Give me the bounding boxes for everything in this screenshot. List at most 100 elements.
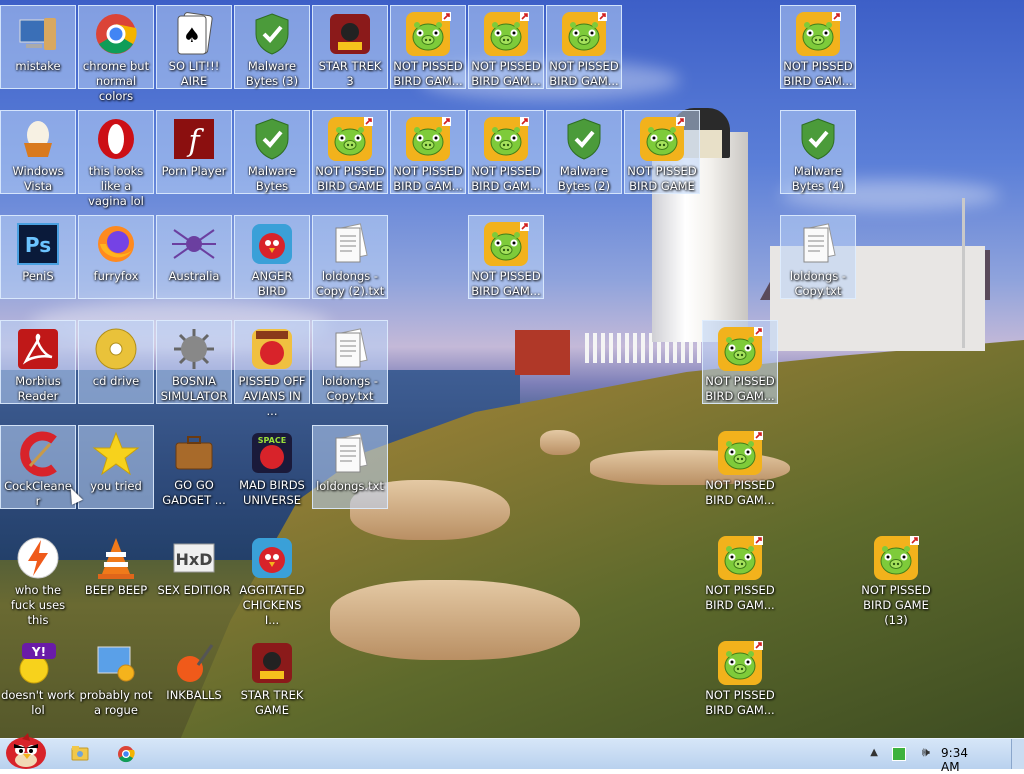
spider-icon: [170, 220, 218, 268]
desktop-icon[interactable]: NOT PISSED BIRD GAM...: [468, 215, 544, 299]
taskbar-chrome-button[interactable]: [108, 742, 144, 766]
desktop-icon[interactable]: furryfox: [78, 215, 154, 299]
desktop-icon-label: Malware Bytes: [247, 164, 297, 193]
desktop-icon[interactable]: STAR TREK 3: [312, 5, 388, 89]
desktop-icon-label: loldongs.txt: [316, 479, 384, 493]
desktop-icon[interactable]: NOT PISSED BIRD GAM...: [468, 110, 544, 194]
desktop-icon[interactable]: SPACE MAD BIRDS UNIVERSE: [234, 425, 310, 509]
desktop[interactable]: mistake chrome but normal colors ♠ SO LIT!!…: [0, 0, 1024, 738]
desktop-icon-label: PeniS: [22, 269, 54, 283]
desktop-icon[interactable]: you tried: [78, 425, 154, 509]
desktop-icon[interactable]: Malware Bytes (4): [780, 110, 856, 194]
text-file-icon: [794, 220, 842, 268]
desktop-icon[interactable]: Windows Vista: [0, 110, 76, 194]
desktop-icon[interactable]: loldongs - Copy.txt: [312, 320, 388, 404]
desktop-icon[interactable]: BEEP BEEP: [78, 530, 154, 614]
egg-icon: [14, 115, 62, 163]
volume-icon[interactable]: 🕪: [922, 745, 930, 760]
green-pig-icon: [716, 639, 764, 687]
seasons-bird-icon: [248, 325, 296, 373]
desktop-icon-label: BEEP BEEP: [84, 583, 148, 597]
desktop-icon-label: doesn't work lol: [1, 688, 75, 717]
desktop-icon-label: NOT PISSED BIRD GAME: [315, 164, 385, 193]
photoshop-icon: Ps: [14, 220, 62, 268]
desktop-icon-label: you tried: [90, 479, 142, 493]
green-pig-icon: [482, 10, 530, 58]
desktop-icon[interactable]: Malware Bytes (3): [234, 5, 310, 89]
desktop-icon[interactable]: STAR TREK GAME: [234, 635, 310, 719]
desktop-icon[interactable]: Morbius Reader: [0, 320, 76, 404]
svg-text:♠: ♠: [183, 23, 201, 47]
desktop-icon[interactable]: PISSED OFF AVIANS IN ...: [234, 320, 310, 418]
desktop-icon[interactable]: loldongs.txt: [312, 425, 388, 509]
desktop-icon[interactable]: NOT PISSED BIRD GAM...: [702, 635, 778, 719]
desktop-icon-label: furryfox: [93, 269, 139, 283]
desktop-icon-label: BOSNIA SIMULATOR: [160, 374, 228, 403]
firefox-icon: [92, 220, 140, 268]
green-pig-icon: [716, 325, 764, 373]
desktop-icon[interactable]: chrome but normal colors: [78, 5, 154, 103]
desktop-icon-label: NOT PISSED BIRD GAM...: [393, 164, 463, 193]
desktop-icon[interactable]: NOT PISSED BIRD GAM...: [702, 425, 778, 509]
green-pig-icon: [716, 429, 764, 477]
desktop-icon[interactable]: NOT PISSED BIRD GAM...: [702, 530, 778, 614]
desktop-icon[interactable]: AGGITATED CHICKENS I...: [234, 530, 310, 627]
desktop-icon-label: NOT PISSED BIRD GAM...: [471, 164, 541, 193]
desktop-icon[interactable]: Ps PeniS: [0, 215, 76, 299]
desktop-icon[interactable]: GO GO GADGET ...: [156, 425, 232, 509]
desktop-icon-label: ANGER BIRD: [251, 269, 293, 298]
desktop-icon[interactable]: ANGER BIRD: [234, 215, 310, 299]
desktop-icon-label: Malware Bytes (3): [245, 59, 299, 88]
network-icon[interactable]: [892, 747, 906, 761]
desktop-icon[interactable]: NOT PISSED BIRD GAM...: [390, 110, 466, 194]
desktop-icon[interactable]: loldongs - Copy (2).txt: [312, 215, 388, 299]
desktop-icon[interactable]: mistake: [0, 5, 76, 89]
desktop-icon[interactable]: CockCleaner: [0, 425, 76, 509]
taskbar-explorer-button[interactable]: [62, 742, 98, 766]
desktop-icon[interactable]: NOT PISSED BIRD GAM...: [546, 5, 622, 89]
desktop-icon-label: Windows Vista: [12, 164, 64, 193]
shield-check-icon: [560, 115, 608, 163]
chrome-icon: [92, 10, 140, 58]
svg-text:HxD: HxD: [176, 550, 213, 569]
start-button[interactable]: [0, 733, 52, 769]
desktop-icon[interactable]: Y! doesn't work lol: [0, 635, 76, 719]
ccleaner-icon: [14, 430, 62, 478]
desktop-icon[interactable]: Malware Bytes: [234, 110, 310, 194]
green-pig-icon: [872, 534, 920, 582]
desktop-icon-label: NOT PISSED BIRD GAM...: [705, 688, 775, 717]
desktop-icon[interactable]: this looks like a vagina lol: [78, 110, 154, 208]
desktop-icon[interactable]: Malware Bytes (2): [546, 110, 622, 194]
shield-check-icon: [248, 115, 296, 163]
desktop-icon[interactable]: Australia: [156, 215, 232, 299]
show-hidden-icons-icon[interactable]: ▲: [870, 747, 878, 758]
desktop-icon-label: Porn Player: [161, 164, 227, 178]
desktop-icon[interactable]: NOT PISSED BIRD GAM...: [702, 320, 778, 404]
desktop-icon[interactable]: NOT PISSED BIRD GAME: [624, 110, 700, 194]
clock[interactable]: 9:34 AM: [941, 746, 968, 774]
desktop-icon[interactable]: f Porn Player: [156, 110, 232, 194]
desktop-icon-label: NOT PISSED BIRD GAM...: [705, 374, 775, 403]
desktop-icon[interactable]: cd drive: [78, 320, 154, 404]
folder-icon: [71, 746, 89, 761]
desktop-icon[interactable]: NOT PISSED BIRD GAME: [312, 110, 388, 194]
show-desktop-button[interactable]: [1011, 739, 1024, 769]
desktop-icon[interactable]: NOT PISSED BIRD GAM...: [468, 5, 544, 89]
green-pig-icon: [716, 534, 764, 582]
desktop-icon[interactable]: HxD SEX EDITIOR: [156, 530, 232, 614]
acrobat-icon: [14, 325, 62, 373]
opera-icon: [92, 115, 140, 163]
desktop-icon[interactable]: BOSNIA SIMULATOR: [156, 320, 232, 404]
desktop-icon-label: STAR TREK 3: [318, 59, 382, 88]
desktop-icon[interactable]: loldongs - Copy.txt: [780, 215, 856, 299]
desktop-icon[interactable]: probably not a rogue: [78, 635, 154, 719]
desktop-icon-label: NOT PISSED BIRD GAM...: [393, 59, 463, 88]
desktop-icon[interactable]: NOT PISSED BIRD GAM...: [390, 5, 466, 89]
desktop-icon[interactable]: who the fuck uses this: [0, 530, 76, 627]
desktop-icon[interactable]: INKBALLS: [156, 635, 232, 719]
star-wars-game-icon: [248, 639, 296, 687]
desktop-icon[interactable]: NOT PISSED BIRD GAM...: [780, 5, 856, 89]
desktop-icon[interactable]: NOT PISSED BIRD GAME (13): [858, 530, 934, 627]
desktop-icon-label: PISSED OFF AVIANS IN ...: [238, 374, 306, 418]
desktop-icon[interactable]: ♠ SO LIT!!! AIRE: [156, 5, 232, 89]
